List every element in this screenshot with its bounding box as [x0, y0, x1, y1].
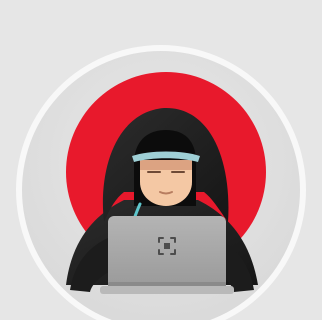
laptop-base	[100, 286, 234, 294]
hacker-badge-illustration	[0, 0, 322, 320]
eye-shadow	[140, 160, 192, 170]
laptop-lid	[108, 216, 226, 288]
hacker-avatar-icon	[16, 45, 306, 320]
